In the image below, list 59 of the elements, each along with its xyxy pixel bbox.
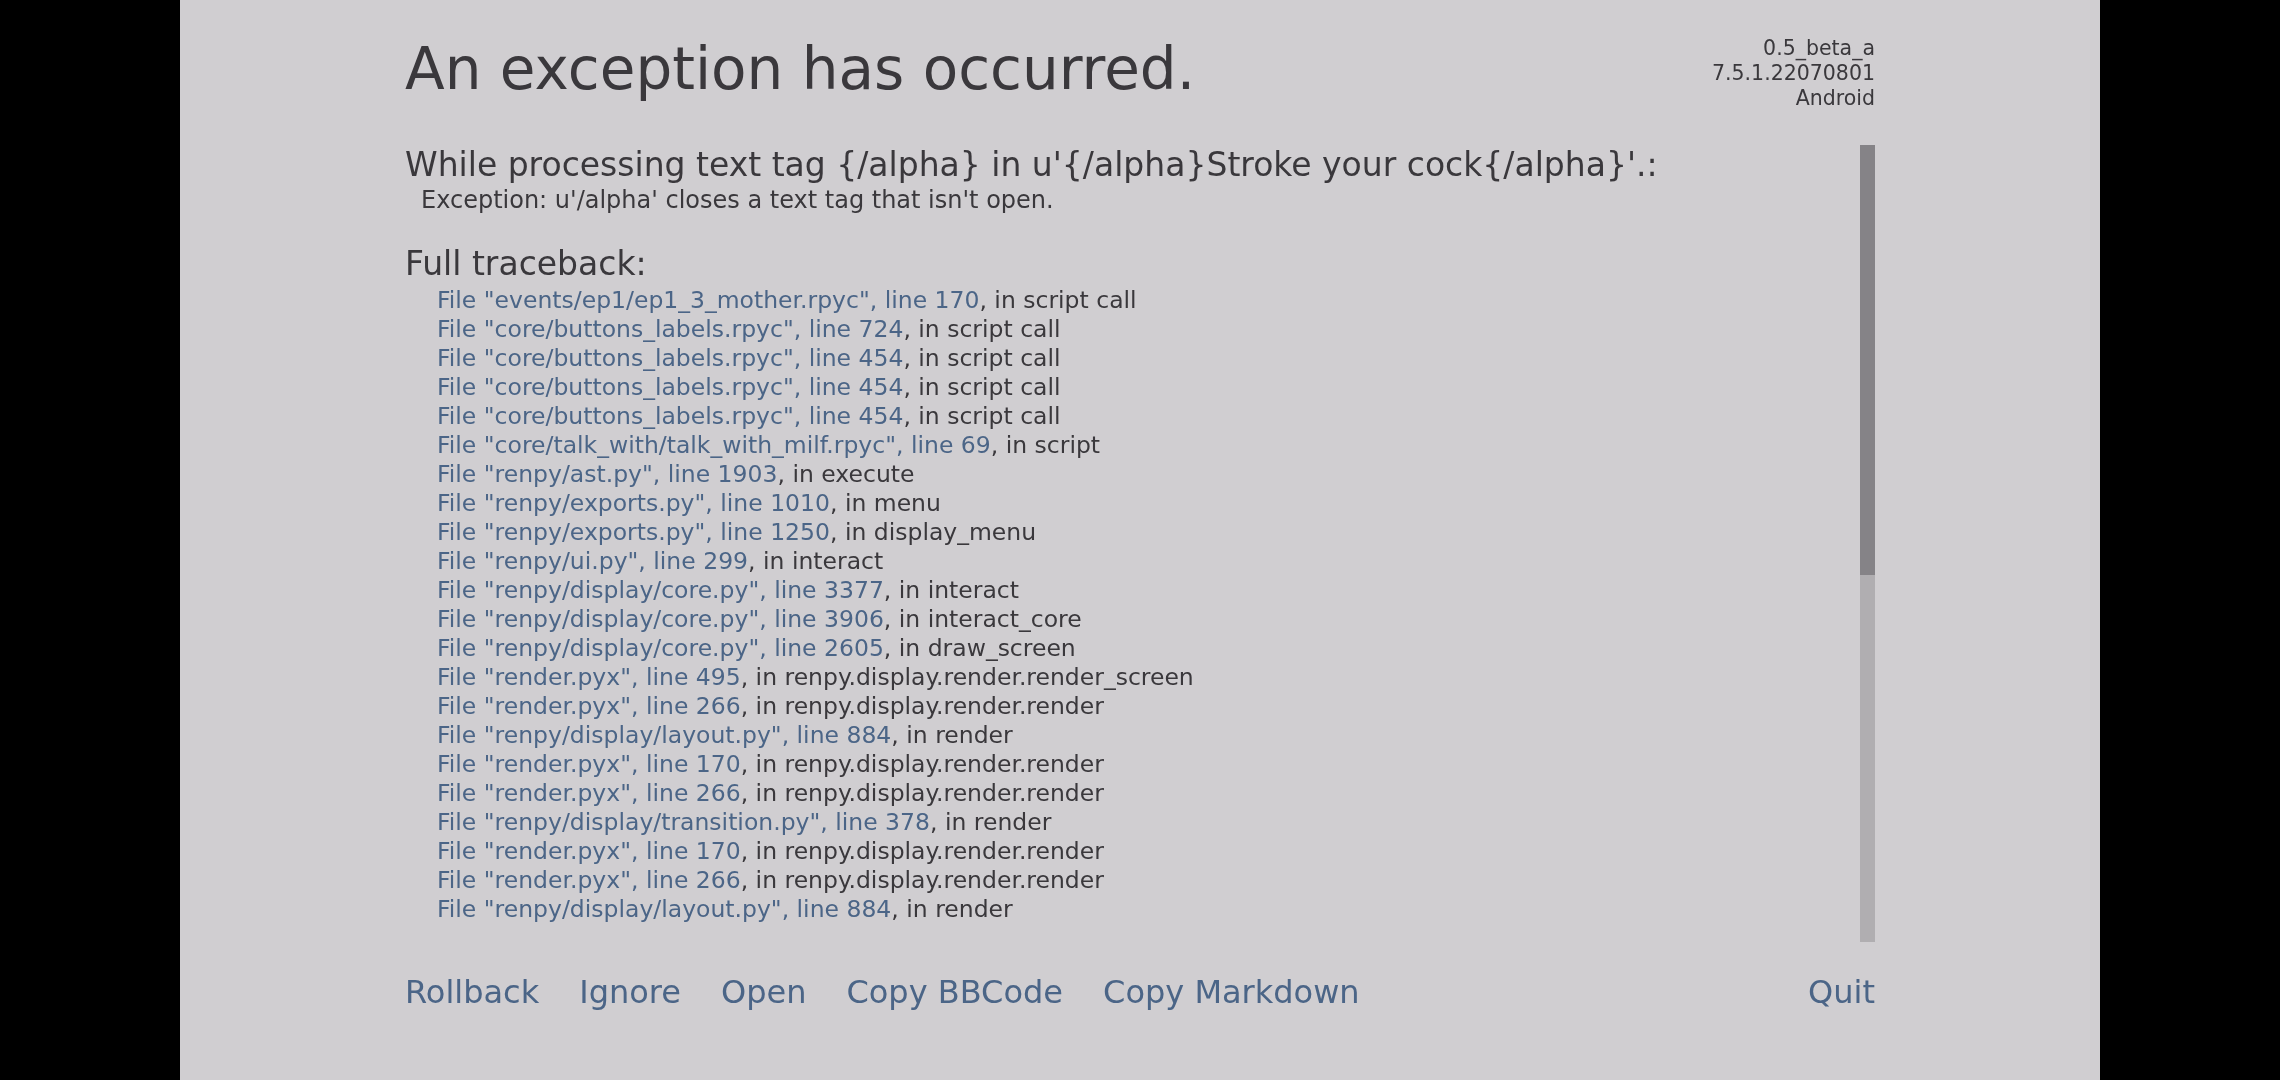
traceback-text: , in renpy.display.render.render [740,750,1104,778]
traceback-heading: Full traceback: [405,244,648,284]
file-link[interactable]: File "core/buttons_labels.rpyc", line 454 [437,373,904,401]
file-link[interactable]: File "core/buttons_labels.rpyc", line 454 [437,344,904,372]
file-link[interactable]: File "renpy/exports.py", line 1010 [437,489,830,517]
scrollbar-thumb[interactable] [1860,145,1875,575]
action-button[interactable]: Open [720,973,807,1011]
file-link[interactable]: File "render.pyx", line 266 [437,866,741,894]
file-link[interactable]: File "core/talk_with/talk_with_milf.rpyc", line 69 [437,431,991,459]
file-link[interactable]: File "renpy/display/layout.py", line 884 [437,895,892,923]
traceback-text: , in script call [903,402,1061,430]
traceback-text: , in interact_core [883,605,1082,633]
traceback-text: , in script call [903,373,1061,401]
file-link[interactable]: File "renpy/display/transition.py", line 378 [437,808,930,836]
traceback-text: , in interact [748,547,884,575]
traceback-text: , in draw_screen [883,634,1076,662]
traceback-text: , in renpy.display.render.render_screen [740,663,1194,691]
traceback-text: , in script call [903,344,1061,372]
file-link[interactable]: File "renpy/ast.py", line 1903 [437,460,778,488]
traceback-text: , in script [990,431,1101,459]
traceback-text: , in interact [883,576,1019,604]
traceback-text: , in renpy.display.render.render [740,779,1104,807]
file-link[interactable]: File "render.pyx", line 170 [437,837,741,865]
file-link[interactable]: File "renpy/display/core.py", line 2605 [437,634,884,662]
error-title: An exception has occurred. [405,34,1196,104]
file-link[interactable]: File "core/buttons_labels.rpyc", line 454 [437,402,904,430]
traceback-text: , in renpy.display.render.render [740,692,1104,720]
exception-text: Exception: u'/alpha' closes a text tag that isn't open. [421,185,1055,215]
file-link[interactable]: File "renpy/exports.py", line 1250 [437,518,830,546]
file-link[interactable]: File "renpy/display/layout.py", line 884 [437,721,892,749]
file-link[interactable]: File "renpy/display/core.py", line 3906 [437,605,884,633]
file-link[interactable]: File "renpy/display/core.py", line 3377 [437,576,884,604]
file-link[interactable]: File "events/ep1/ep1_3_mother.rpyc", line 170 [437,286,980,314]
traceback-text: , in display_menu [829,518,1037,546]
traceback-text: , in render [891,721,1013,749]
file-link[interactable]: File "render.pyx", line 495 [437,663,741,691]
scrollbar[interactable] [1860,145,1875,942]
file-link[interactable]: File "render.pyx", line 266 [437,779,741,807]
traceback-text: , in renpy.display.render.render [740,837,1104,865]
version-text: 7.5.1.22070801 [1711,61,1875,86]
file-link[interactable]: File "render.pyx", line 266 [437,692,741,720]
quit-button[interactable]: Quit [1808,973,1875,1011]
traceback-text: , in script call [979,286,1137,314]
traceback-text: , in render [929,808,1052,836]
version-text: Android [1795,86,1875,111]
version-text: 0.5_beta_a [1763,36,1875,61]
file-link[interactable]: File "core/buttons_labels.rpyc", line 724 [437,315,904,343]
action-button[interactable]: Ignore [579,973,681,1011]
action-button[interactable]: Rollback [405,973,540,1011]
traceback-text: , in execute [777,460,915,488]
error-message: While processing text tag {/alpha} in u'{/alpha}Stroke your cock{/alpha}'.: [405,145,1659,185]
file-link[interactable]: File "renpy/ui.py", line 299 [437,547,749,575]
action-button[interactable]: Copy BBCode [846,973,1064,1011]
action-button[interactable]: Copy Markdown [1103,973,1360,1011]
traceback-text: , in script call [903,315,1061,343]
traceback-text: , in menu [829,489,941,517]
traceback-text: , in render [891,895,1013,923]
file-link[interactable]: File "render.pyx", line 170 [437,750,741,778]
traceback-text: , in renpy.display.render.render [740,866,1104,894]
